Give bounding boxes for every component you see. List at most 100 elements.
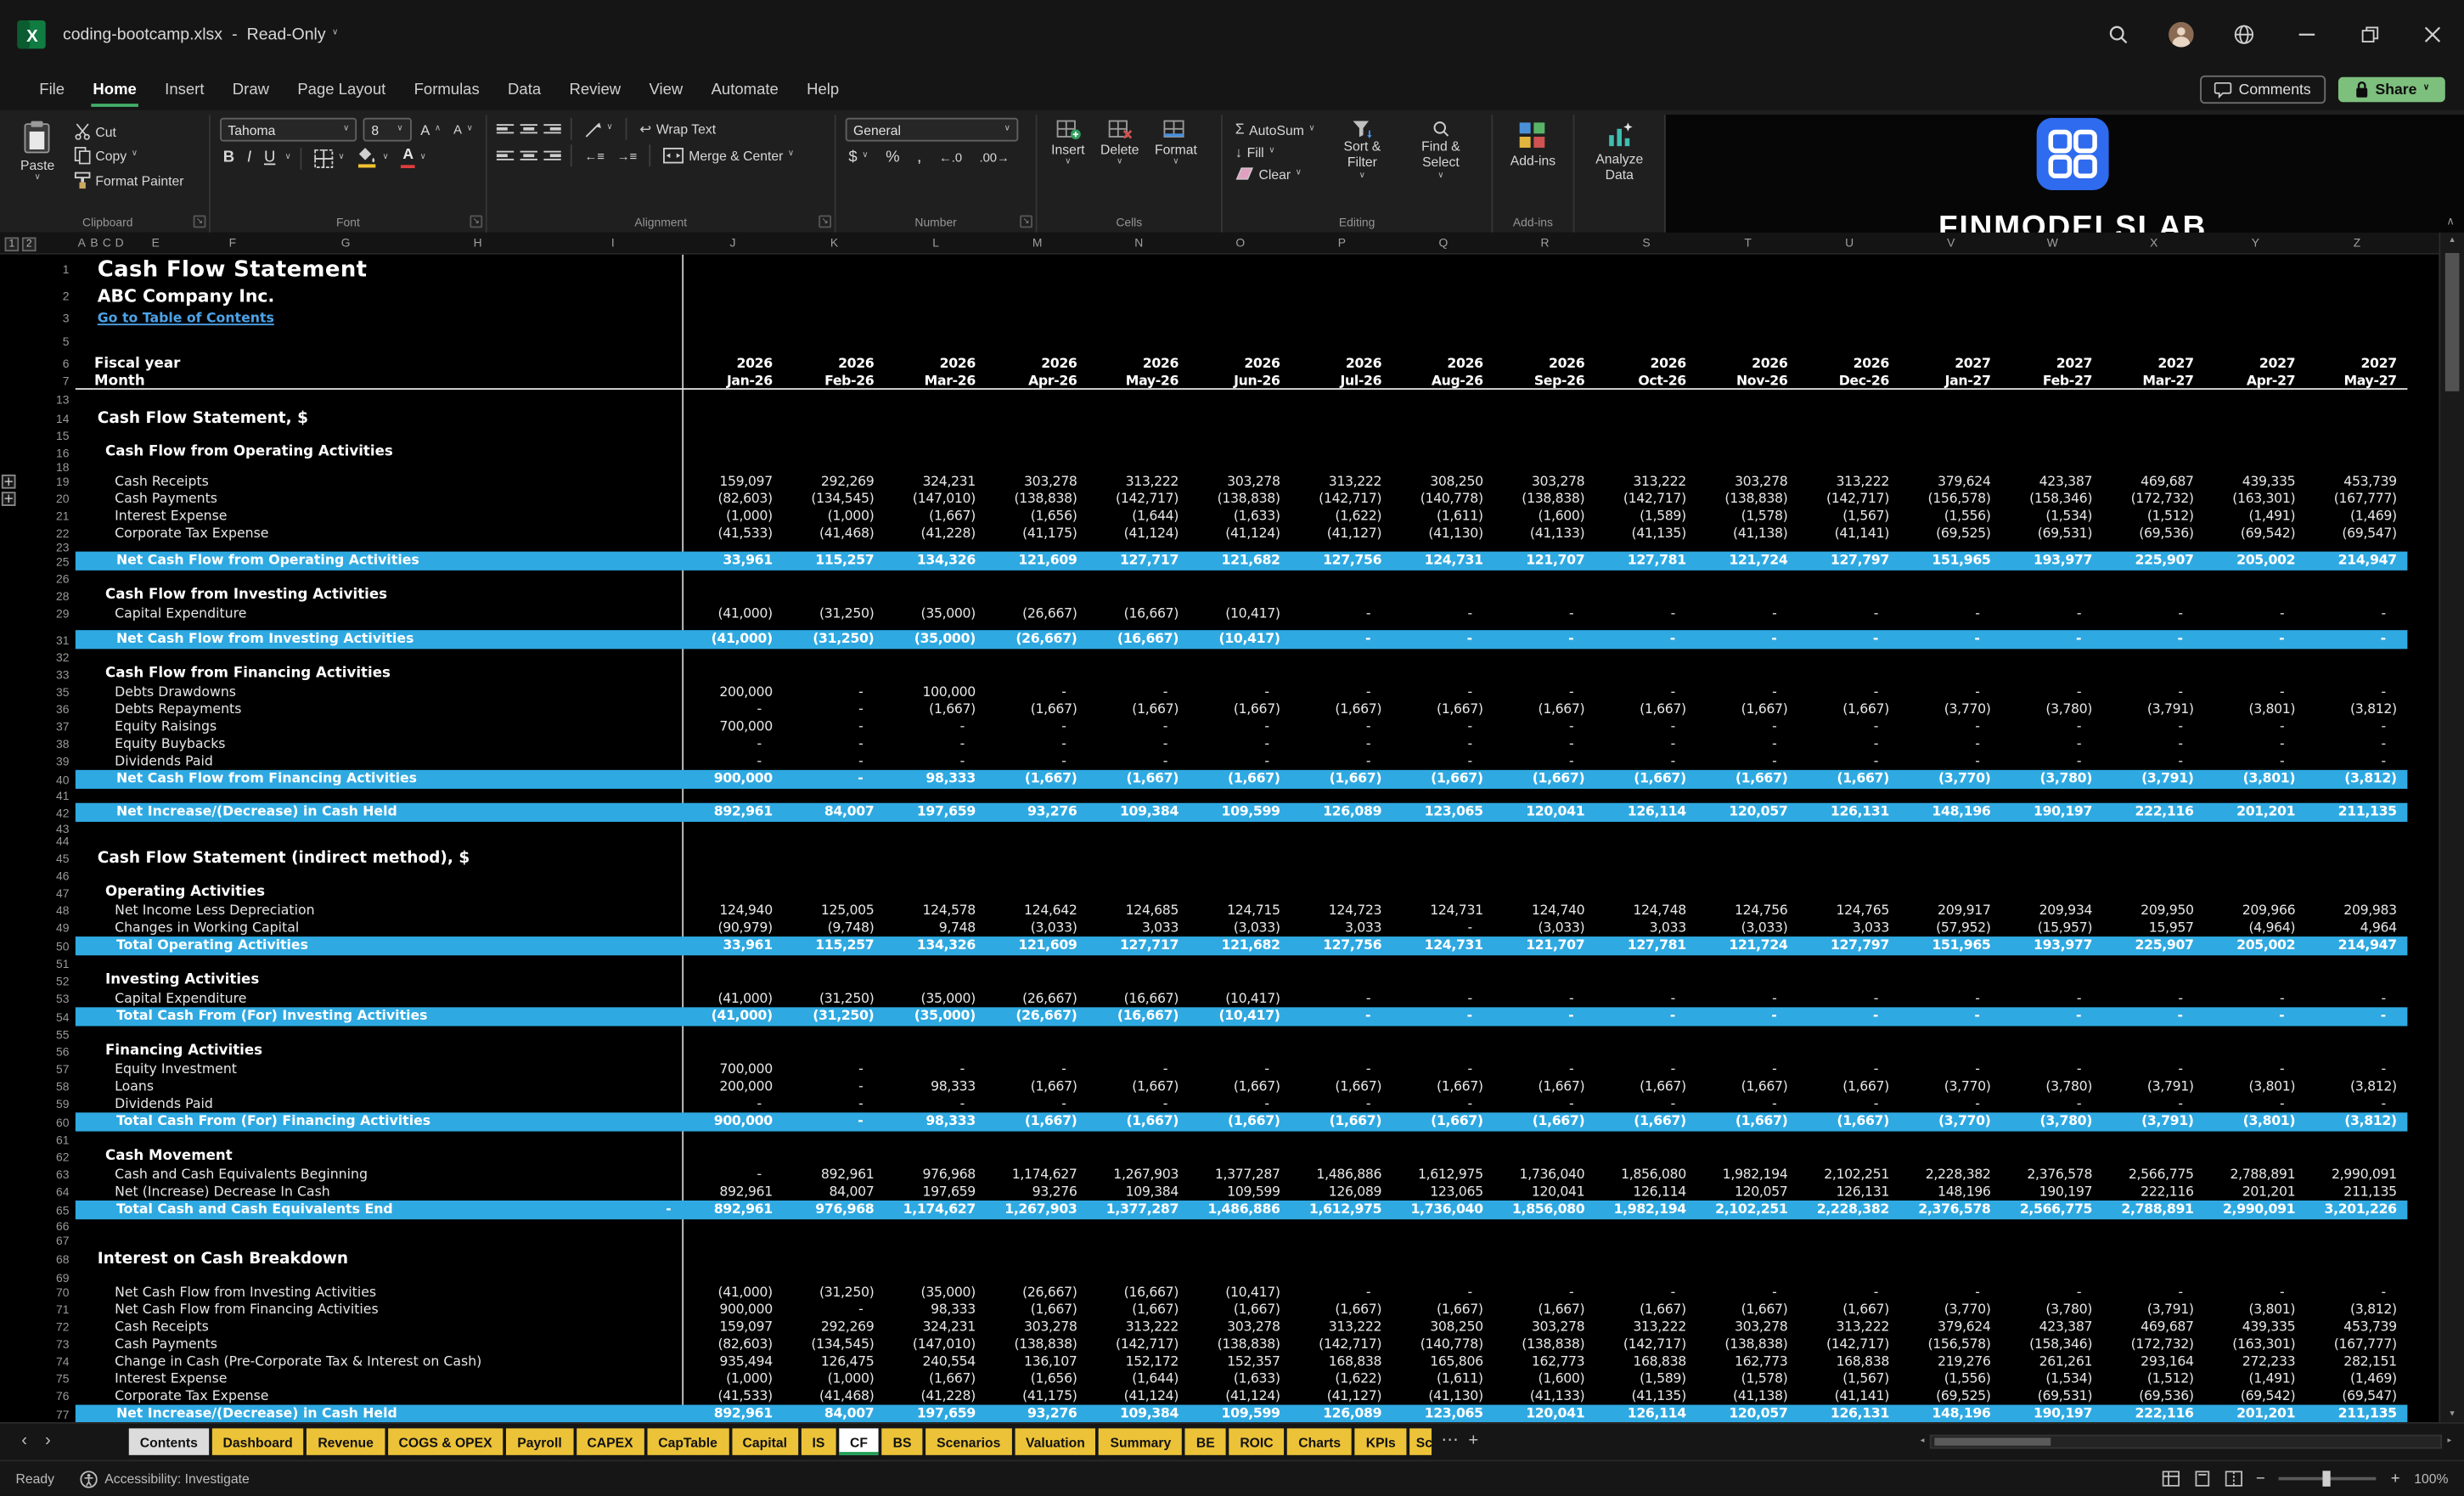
col-header-J[interactable]: J [730, 233, 736, 253]
cell[interactable]: (3,780) [2002, 1301, 2104, 1318]
row-label[interactable]: Cash Receipts [115, 1319, 209, 1336]
row-number[interactable]: 2 [19, 284, 69, 308]
cell[interactable]: (138,838) [1494, 490, 1596, 507]
cell[interactable]: - [1798, 735, 1900, 752]
cell[interactable]: (41,141) [1798, 1387, 1900, 1404]
row-label[interactable]: Net Cash Flow from Investing Activities [115, 1284, 376, 1301]
cell[interactable]: - [2103, 1007, 2205, 1026]
scroll-down-icon[interactable]: ▼ [2449, 1409, 2456, 1422]
cell[interactable]: - [1697, 605, 1799, 622]
cell[interactable]: - [2002, 1095, 2104, 1112]
font-size-select[interactable]: 8 ∨ [363, 118, 411, 142]
cell[interactable]: (3,780) [2002, 770, 2104, 789]
cell[interactable]: (41,135) [1595, 525, 1697, 542]
cell[interactable]: (1,667) [1595, 770, 1697, 789]
cell[interactable]: (69,542) [2205, 525, 2307, 542]
cell[interactable]: 120,057 [1697, 1405, 1799, 1422]
cell[interactable]: - [2103, 683, 2205, 700]
readonly-badge[interactable]: Read-Only ∨ [247, 25, 339, 44]
cell[interactable]: 439,335 [2205, 473, 2307, 490]
cell[interactable]: (1,600) [1494, 508, 1596, 525]
cell[interactable]: 151,965 [1900, 936, 2002, 955]
cell[interactable]: 209,966 [2205, 902, 2307, 919]
cell[interactable]: 109,599 [1190, 1184, 1291, 1201]
cell[interactable]: 2026 [682, 355, 784, 372]
sheet-tab-is[interactable]: IS [802, 1428, 836, 1454]
cell[interactable]: (1,667) [885, 508, 987, 525]
menu-tab-automate[interactable]: Automate [697, 75, 793, 104]
cell[interactable]: - [2205, 605, 2307, 622]
cell[interactable]: - [1291, 753, 1393, 770]
cell[interactable]: (138,838) [987, 490, 1089, 507]
row-number[interactable]: 58 [19, 1078, 69, 1095]
cell[interactable]: - [2103, 990, 2205, 1007]
cell[interactable]: - [784, 770, 886, 789]
cell[interactable]: - [1697, 683, 1799, 700]
cell[interactable]: 205,002 [2205, 936, 2307, 955]
cell[interactable]: (16,667) [1088, 605, 1190, 622]
row-label[interactable]: Operating Activities [105, 883, 265, 902]
cell[interactable]: (172,732) [2103, 1336, 2205, 1353]
row-number[interactable]: 76 [19, 1387, 69, 1404]
cell[interactable]: (167,777) [2306, 1336, 2408, 1353]
cell[interactable]: (41,135) [1595, 1387, 1697, 1404]
sort-filter-button[interactable]: Sort & Filter ∨ [1328, 118, 1397, 184]
col-header-I[interactable]: I [611, 233, 615, 253]
font-dialog-launcher[interactable]: ↘ [470, 216, 482, 228]
cell[interactable]: - [987, 1060, 1089, 1077]
row-number[interactable]: 48 [19, 902, 69, 919]
cell[interactable]: - [1595, 1007, 1697, 1026]
cell[interactable]: 120,057 [1697, 803, 1799, 822]
cell[interactable]: - [1392, 753, 1494, 770]
row-number[interactable]: 77 [19, 1405, 69, 1422]
cell[interactable]: - [1392, 990, 1494, 1007]
cell[interactable]: (142,717) [1798, 1336, 1900, 1353]
row-number[interactable]: 57 [19, 1060, 69, 1077]
cell[interactable]: 2,376,578 [1900, 1201, 2002, 1219]
cell[interactable]: (158,346) [2002, 490, 2104, 507]
cell[interactable]: 193,977 [2002, 936, 2104, 955]
cell[interactable]: (41,138) [1697, 1387, 1799, 1404]
cell[interactable]: 126,114 [1595, 1184, 1697, 1201]
cell[interactable]: 124,731 [1392, 552, 1494, 571]
cell[interactable]: (138,838) [1697, 1336, 1799, 1353]
cell[interactable]: 121,724 [1697, 552, 1799, 571]
cell[interactable]: (1,667) [987, 1112, 1089, 1131]
sheet-tab-capex[interactable]: CAPEX [576, 1428, 644, 1454]
cell[interactable]: 892,961 [682, 1201, 784, 1219]
cell[interactable]: - [784, 683, 886, 700]
cell[interactable]: (134,545) [784, 1336, 886, 1353]
cell[interactable]: - [2205, 1284, 2307, 1301]
cell[interactable]: (1,667) [1798, 770, 1900, 789]
cell[interactable]: (142,717) [1595, 1336, 1697, 1353]
cell[interactable]: 3,033 [1798, 920, 1900, 936]
cell[interactable]: - [1900, 718, 2002, 735]
cell[interactable]: (41,533) [682, 525, 784, 542]
menu-tab-home[interactable]: Home [79, 75, 151, 104]
cell[interactable]: 162,773 [1697, 1353, 1799, 1370]
clear-button[interactable]: Clear ∨ [1232, 165, 1319, 183]
cell[interactable]: 211,135 [2306, 803, 2408, 822]
cell[interactable]: 126,089 [1291, 1405, 1393, 1422]
cell[interactable]: 313,222 [1088, 1319, 1190, 1336]
row-number[interactable]: 67 [19, 1234, 69, 1248]
cell[interactable]: 124,715 [1190, 902, 1291, 919]
cell[interactable]: - [2205, 990, 2307, 1007]
row-label[interactable]: Interest Expense [115, 1370, 227, 1387]
cell[interactable]: 1,486,886 [1291, 1166, 1393, 1183]
cell[interactable]: 892,961 [682, 803, 784, 822]
cell[interactable]: 124,685 [1088, 902, 1190, 919]
cell[interactable]: (1,644) [1088, 508, 1190, 525]
sheet-tab-payroll[interactable]: Payroll [506, 1428, 572, 1454]
row-number[interactable]: 64 [19, 1184, 69, 1201]
cell[interactable]: 2026 [1494, 355, 1596, 372]
cell[interactable]: (1,667) [1697, 700, 1799, 717]
cell[interactable]: 3,201,226 [2306, 1201, 2408, 1219]
row-label[interactable]: Debts Repayments [115, 700, 241, 717]
row-label[interactable]: Equity Investment [115, 1060, 237, 1077]
cell[interactable]: (41,124) [1190, 525, 1291, 542]
cell[interactable]: - [1088, 735, 1190, 752]
cell[interactable]: - [1798, 1284, 1900, 1301]
row-label[interactable]: Corporate Tax Expense [115, 1387, 268, 1404]
wrap-text-button[interactable]: ↩ Wrap Text [637, 119, 719, 139]
